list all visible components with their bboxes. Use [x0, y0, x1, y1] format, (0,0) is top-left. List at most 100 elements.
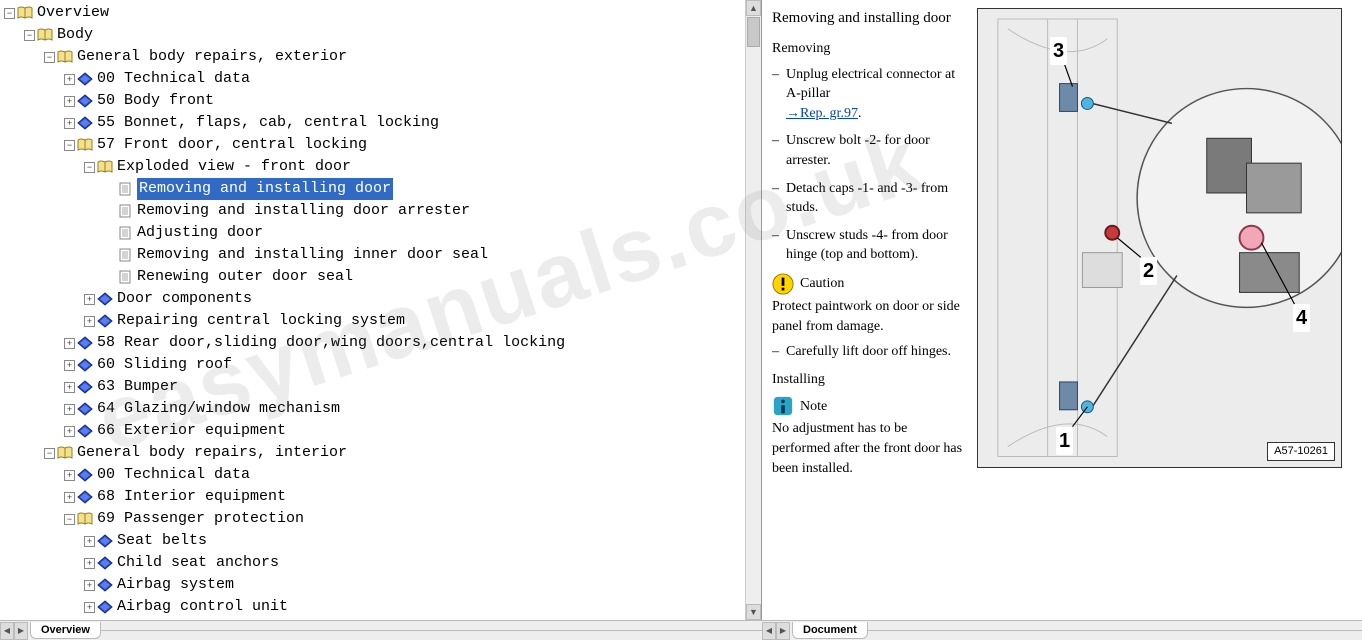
- tree-label: 57 Front door, central locking: [97, 134, 367, 156]
- tab-overview[interactable]: Overview: [30, 622, 101, 639]
- rhomb-icon: [77, 490, 93, 504]
- tree-item[interactable]: −General body repairs, interior: [4, 442, 757, 464]
- tree-item[interactable]: +55 Bonnet, flaps, cab, central locking: [4, 112, 757, 134]
- collapse-icon[interactable]: −: [4, 8, 15, 19]
- tree-item[interactable]: − General body repairs, exterior: [4, 46, 757, 68]
- toggle-spacer: [104, 228, 115, 239]
- expand-icon[interactable]: +: [64, 382, 75, 393]
- expand-icon[interactable]: +: [64, 96, 75, 107]
- tree-item[interactable]: − 57 Front door, central locking: [4, 134, 757, 156]
- note-label: Note: [800, 397, 827, 417]
- expand-icon[interactable]: +: [64, 470, 75, 481]
- expand-icon[interactable]: +: [84, 294, 95, 305]
- tree-item[interactable]: +66 Exterior equipment: [4, 420, 757, 442]
- collapse-icon[interactable]: −: [64, 514, 75, 525]
- tree-item[interactable]: +50 Body front: [4, 90, 757, 112]
- caution-text: Protect paintwork on door or side panel …: [772, 297, 967, 336]
- tab-document[interactable]: Document: [792, 622, 868, 639]
- tree-item[interactable]: +Child seat anchors: [4, 552, 757, 574]
- tree-label: Adjusting door: [137, 222, 263, 244]
- rhomb-icon: [77, 94, 93, 108]
- tree-item[interactable]: +64 Glazing/window mechanism: [4, 398, 757, 420]
- tree-label: Exploded view - front door: [117, 156, 351, 178]
- tree-item[interactable]: +68 Interior equipment: [4, 486, 757, 508]
- expand-icon[interactable]: +: [84, 580, 95, 591]
- scroll-down-arrow-icon[interactable]: ▼: [746, 604, 761, 620]
- toggle-spacer: [104, 184, 115, 195]
- expand-icon[interactable]: +: [84, 602, 95, 613]
- rhomb-icon: [97, 314, 113, 328]
- tab-prev-icon[interactable]: ◀: [762, 622, 776, 640]
- tree-item[interactable]: Removing and installing door: [4, 178, 757, 200]
- expand-icon[interactable]: +: [64, 404, 75, 415]
- tree-item[interactable]: +63 Bumper: [4, 376, 757, 398]
- expand-icon[interactable]: +: [64, 360, 75, 371]
- rhomb-icon: [97, 578, 113, 592]
- tree-item[interactable]: + Repairing central locking system: [4, 310, 757, 332]
- collapse-icon[interactable]: −: [24, 30, 35, 41]
- step-item: – Carefully lift door off hinges.: [772, 342, 967, 362]
- left-tab-bar: ◀ ▶ Overview: [0, 620, 762, 640]
- scrollbar-vertical[interactable]: ▲ ▼: [745, 0, 761, 620]
- expand-icon[interactable]: +: [84, 536, 95, 547]
- page-icon: [117, 204, 133, 218]
- tree-label: Body: [57, 24, 93, 46]
- diagram-svg: [978, 9, 1341, 466]
- expand-icon[interactable]: +: [84, 558, 95, 569]
- tree-item[interactable]: +00 Technical data: [4, 464, 757, 486]
- expand-icon[interactable]: +: [64, 492, 75, 503]
- tree-item[interactable]: Renewing outer door seal: [4, 266, 757, 288]
- tree-item[interactable]: − Exploded view - front door: [4, 156, 757, 178]
- tree-label: Repairing central locking system: [117, 310, 405, 332]
- diagram-id: A57-10261: [1267, 442, 1335, 461]
- tree-item[interactable]: Adjusting door: [4, 222, 757, 244]
- rhomb-icon: [97, 292, 113, 306]
- collapse-icon[interactable]: −: [44, 448, 55, 459]
- scroll-thumb[interactable]: [747, 17, 760, 47]
- page-icon: [117, 226, 133, 240]
- tree-item[interactable]: − Body: [4, 24, 757, 46]
- heading-installing: Installing: [772, 370, 967, 390]
- tree-label: Airbag system: [117, 574, 234, 596]
- book-icon: [97, 160, 113, 174]
- expand-icon[interactable]: +: [64, 426, 75, 437]
- nav-tree[interactable]: −Overview−Body−General body repairs, ext…: [0, 0, 761, 620]
- rhomb-icon: [97, 556, 113, 570]
- tree-item[interactable]: +Airbag control unit: [4, 596, 757, 618]
- tree-item[interactable]: − 69 Passenger protection: [4, 508, 757, 530]
- tree-item[interactable]: +Seat belts: [4, 530, 757, 552]
- tree-item[interactable]: −Overview: [4, 2, 757, 24]
- tree-label: 63 Bumper: [97, 376, 178, 398]
- tree-item[interactable]: +58 Rear door,sliding door,wing doors,ce…: [4, 332, 757, 354]
- expand-icon[interactable]: +: [64, 338, 75, 349]
- book-icon: [77, 138, 93, 152]
- tab-next-icon[interactable]: ▶: [14, 622, 28, 640]
- collapse-icon[interactable]: −: [44, 52, 55, 63]
- tree-item[interactable]: + Airbag system: [4, 574, 757, 596]
- tree-label: 69 Passenger protection: [97, 508, 304, 530]
- scroll-up-arrow-icon[interactable]: ▲: [746, 0, 761, 16]
- tree-item[interactable]: +00 Technical data: [4, 68, 757, 90]
- tree-item[interactable]: +60 Sliding roof: [4, 354, 757, 376]
- collapse-icon[interactable]: −: [84, 162, 95, 173]
- expand-icon[interactable]: +: [64, 74, 75, 85]
- expand-icon[interactable]: +: [64, 118, 75, 129]
- rep-link[interactable]: →Rep. gr.97: [786, 106, 858, 121]
- step-item: – Unplug electrical connector at A-pilla…: [772, 65, 967, 124]
- tab-next-icon[interactable]: ▶: [776, 622, 790, 640]
- tree-label: General body repairs, exterior: [77, 46, 347, 68]
- diagram-image: 3 2 1 4 A57-10261: [977, 8, 1342, 468]
- expand-icon[interactable]: +: [84, 316, 95, 327]
- tab-prev-icon[interactable]: ◀: [0, 622, 14, 640]
- collapse-icon[interactable]: −: [64, 140, 75, 151]
- tree-label: 60 Sliding roof: [97, 354, 232, 376]
- caution-icon: [772, 273, 794, 295]
- page-icon: [117, 182, 133, 196]
- tree-item[interactable]: +Door components: [4, 288, 757, 310]
- tree-item[interactable]: Removing and installing inner door seal: [4, 244, 757, 266]
- book-icon: [17, 6, 33, 20]
- nav-tree-pane: −Overview−Body−General body repairs, ext…: [0, 0, 762, 620]
- tree-label: 00 Technical data: [97, 464, 250, 486]
- book-icon: [57, 446, 73, 460]
- tree-item[interactable]: Removing and installing door arrester: [4, 200, 757, 222]
